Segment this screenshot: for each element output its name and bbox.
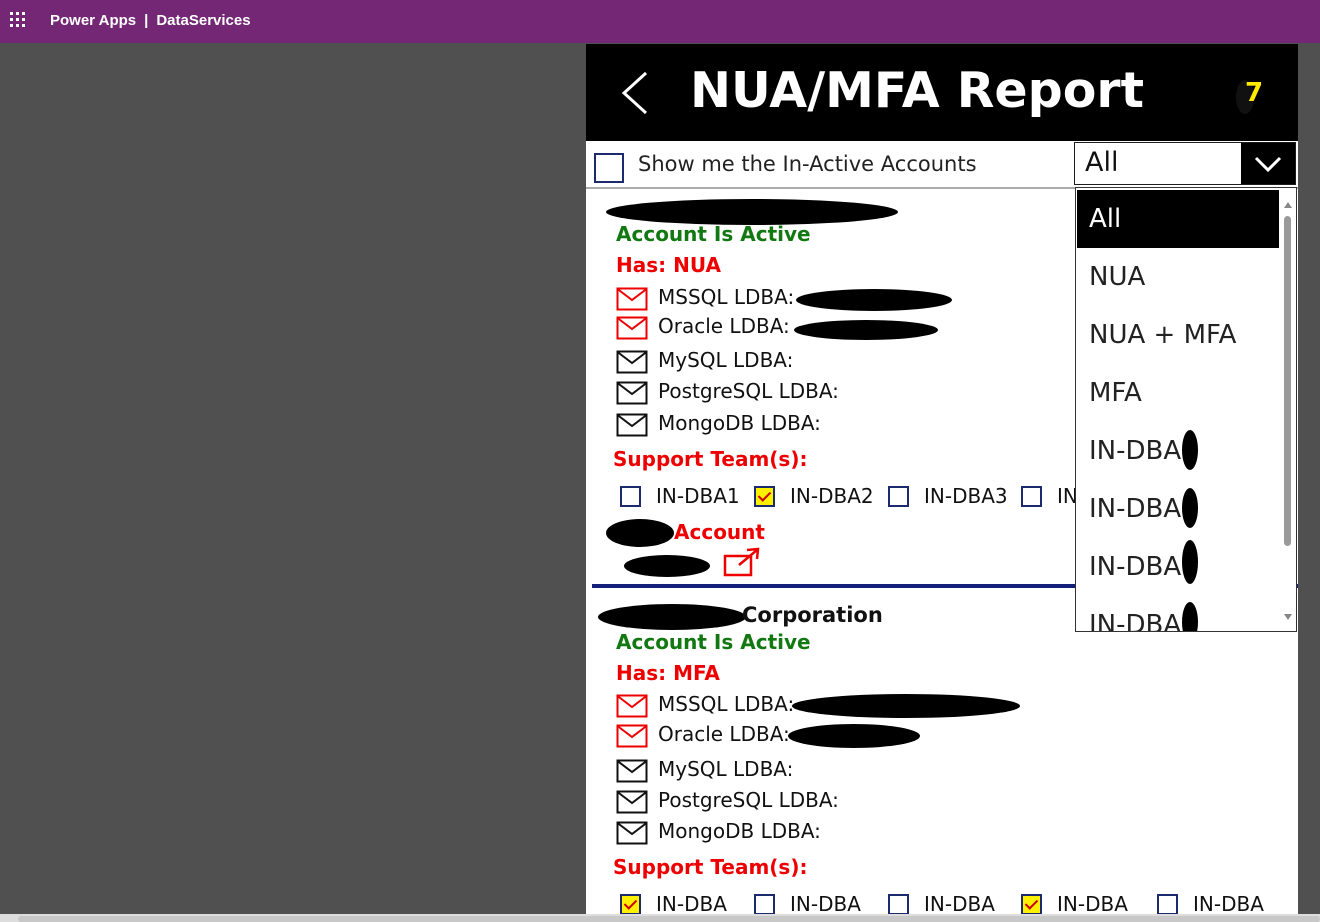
filter-bar: Show me the In-Active Accounts All (586, 142, 1298, 187)
environment-name[interactable]: DataServices (156, 12, 250, 29)
type-filter-dropdown: All NUA NUA + MFA MFA IN-DBA IN-DBA IN-D… (1075, 187, 1297, 632)
mail-icon[interactable] (616, 821, 648, 845)
record-count: 7 (1245, 78, 1264, 108)
account-link[interactable]: Account (674, 520, 765, 544)
dropdown-option[interactable]: MFA (1077, 364, 1279, 422)
mail-icon[interactable] (616, 694, 648, 718)
redacted-value (788, 724, 920, 748)
account-card[interactable]: Corporation Account Is Active Has: MFA M… (586, 594, 1298, 922)
redacted-mark (1182, 430, 1198, 470)
team-check[interactable] (1021, 894, 1042, 915)
mail-icon[interactable] (616, 759, 648, 783)
mail-icon[interactable] (616, 316, 648, 340)
team-check[interactable] (888, 486, 909, 507)
page-title: NUA/MFA Report (690, 62, 1144, 119)
account-name: Corporation (742, 603, 883, 627)
redacted-mark (1182, 540, 1198, 584)
redacted-value (796, 289, 952, 311)
type-filter-combobox[interactable]: All (1074, 142, 1296, 185)
mail-icon[interactable] (616, 381, 648, 405)
auth-type: Has: MFA (616, 661, 720, 685)
dropdown-option[interactable]: NUA (1077, 248, 1279, 306)
account-status: Account Is Active (616, 222, 811, 246)
team-label: IN-DBA (656, 892, 727, 916)
dropdown-option[interactable]: IN-DBA (1077, 596, 1279, 631)
ldba-label: MongoDB LDBA: (658, 819, 821, 843)
redacted-text (624, 555, 710, 577)
app-name[interactable]: Power Apps (50, 12, 136, 29)
team-check[interactable] (620, 486, 641, 507)
power-apps-topbar: Power Apps | DataServices (0, 0, 1320, 43)
dropdown-option[interactable]: IN-DBA (1077, 538, 1279, 596)
team-label: IN-DBA (790, 892, 861, 916)
team-check[interactable] (1157, 894, 1178, 915)
support-teams-label: Support Team(s): (613, 855, 808, 879)
combo-toggle-button[interactable] (1241, 143, 1295, 184)
horizontal-scroll-thumb[interactable] (18, 916, 1320, 922)
combo-selected-value: All (1085, 147, 1119, 178)
mail-icon[interactable] (616, 287, 648, 311)
team-check[interactable] (754, 894, 775, 915)
mail-icon[interactable] (616, 350, 648, 374)
team-check[interactable] (620, 894, 641, 915)
back-arrow-icon[interactable] (616, 70, 656, 116)
ldba-label: Oracle LDBA: (658, 722, 790, 746)
redacted-value (794, 320, 938, 340)
ldba-label: MSSQL LDBA: (658, 692, 795, 716)
auth-type: Has: NUA (616, 253, 721, 277)
team-label: IN-DBA1 (656, 484, 740, 508)
mail-icon[interactable] (616, 724, 648, 748)
brand-separator: | (144, 12, 149, 29)
ldba-label: MongoDB LDBA: (658, 411, 821, 435)
app-launcher-icon[interactable] (10, 12, 26, 28)
ldba-label: MySQL LDBA: (658, 757, 794, 781)
inactive-accounts-label: Show me the In-Active Accounts (638, 152, 977, 176)
ldba-label: PostgreSQL LDBA: (658, 379, 839, 403)
report-header: NUA/MFA Report 7 (586, 44, 1298, 141)
ldba-label: MySQL LDBA: (658, 348, 794, 372)
inactive-accounts-checkbox[interactable] (594, 153, 624, 183)
team-check[interactable] (754, 486, 775, 507)
dropdown-option[interactable]: All (1077, 190, 1279, 248)
team-label: IN-DBA (1193, 892, 1264, 916)
team-label: IN-DBA (1057, 892, 1128, 916)
redacted-account-name (598, 604, 746, 630)
chevron-down-icon (1254, 156, 1282, 173)
dropdown-scroll-thumb[interactable] (1284, 216, 1291, 546)
team-check[interactable] (888, 894, 909, 915)
dropdown-option[interactable]: NUA + MFA (1077, 306, 1279, 364)
redacted-value (792, 694, 1020, 718)
team-label: IN-DBA (924, 892, 995, 916)
ldba-label: MSSQL LDBA: (658, 285, 795, 309)
mail-icon[interactable] (616, 413, 648, 437)
dropdown-option[interactable]: IN-DBA (1077, 480, 1279, 538)
support-teams-label: Support Team(s): (613, 447, 808, 471)
team-check[interactable] (1021, 486, 1042, 507)
open-external-icon[interactable] (723, 547, 761, 577)
mail-icon[interactable] (616, 790, 648, 814)
redacted-text (606, 519, 674, 547)
team-label: IN-DBA2 (790, 484, 874, 508)
ldba-label: Oracle LDBA: (658, 314, 790, 338)
brand: Power Apps | DataServices (50, 12, 251, 29)
dropdown-option[interactable]: IN-DBA (1077, 422, 1279, 480)
team-label: IN-DBA3 (924, 484, 1008, 508)
account-status: Account Is Active (616, 630, 811, 654)
ldba-label: PostgreSQL LDBA: (658, 788, 839, 812)
redacted-mark (1182, 488, 1198, 528)
